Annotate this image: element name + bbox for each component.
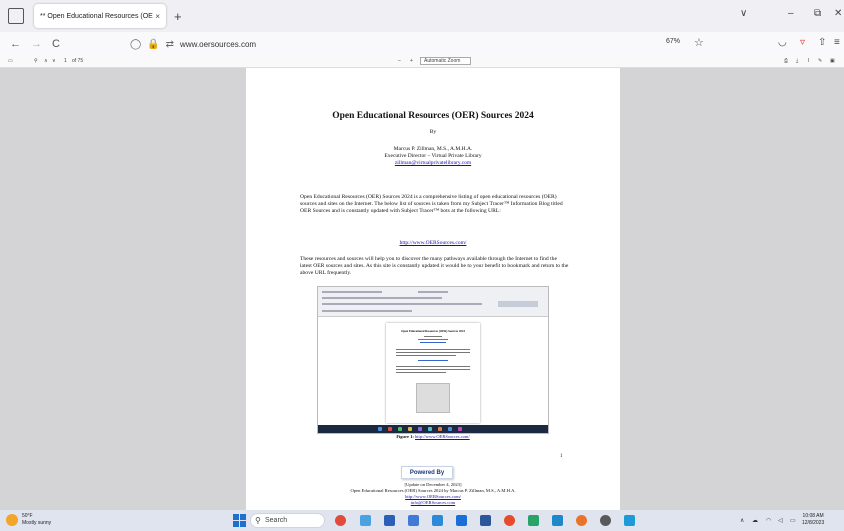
forward-button[interactable]: → <box>31 38 42 50</box>
figure-link[interactable]: http://www.OERSources.com/ <box>415 434 470 439</box>
author-email-link[interactable]: zillman@virtualprivatelibrary.com <box>246 160 620 167</box>
powered-by-badge[interactable]: Powered By <box>401 466 453 479</box>
close-window-button[interactable]: ✕ <box>834 8 842 19</box>
clock[interactable]: 10:08 AM 12/8/2023 <box>802 513 824 527</box>
onedrive-icon[interactable]: ☁ <box>752 517 758 524</box>
show-hidden-icons[interactable]: ∧ <box>740 517 744 524</box>
firefox-icon[interactable] <box>576 515 587 526</box>
app-icon[interactable] <box>528 515 539 526</box>
restore-button[interactable]: ⧉ <box>814 8 821 19</box>
extension-icon[interactable]: ▿ <box>800 37 805 48</box>
oer-url-link[interactable]: http://www.OERSources.com/ <box>246 240 620 247</box>
url-text[interactable]: www.oersources.com <box>180 40 256 49</box>
new-tab-button[interactable]: + <box>174 9 182 24</box>
battery-icon[interactable]: ▭ <box>790 517 796 524</box>
document-position: Executive Director – Virtual Private Lib… <box>384 153 482 159</box>
zoom-in-button[interactable]: + <box>410 58 413 64</box>
back-button[interactable]: ← <box>10 38 21 50</box>
tab-bar: ** Open Educational Resources (OE × + ∨ … <box>0 0 844 32</box>
page-total: of 75 <box>72 58 84 64</box>
pdf-find-icon[interactable]: ⚲ <box>34 58 38 64</box>
windows-start-icon[interactable] <box>233 514 246 527</box>
embedded-title: Open Educational Resources (OER) Sources… <box>401 329 465 333</box>
text-tool-icon[interactable]: I <box>808 58 809 64</box>
clock-date: 12/8/2023 <box>802 520 825 526</box>
save-icon[interactable]: ⤓ <box>796 58 798 64</box>
pdf-prev-icon[interactable]: ∧ <box>44 58 48 64</box>
copilot-icon[interactable] <box>335 515 346 526</box>
nav-bar: ← → C ◯ 🔒 ⇄ www.oersources.com 67% ☆ ◡ ▿… <box>0 32 844 56</box>
app3-icon[interactable] <box>600 515 611 526</box>
volume-icon[interactable]: ◁ <box>778 517 783 524</box>
wifi-icon[interactable]: ◠ <box>766 517 771 524</box>
chrome-icon[interactable] <box>504 515 515 526</box>
edge-icon[interactable] <box>456 515 467 526</box>
shield-icon[interactable]: ◯ <box>130 39 141 50</box>
app2-icon[interactable] <box>552 515 563 526</box>
task-view-icon[interactable] <box>384 515 395 526</box>
sidebar-toggle-icon[interactable] <box>8 8 24 24</box>
zoom-level[interactable]: 67% <box>666 38 680 45</box>
embedded-ribbon <box>318 287 548 317</box>
tab-close-icon[interactable]: × <box>155 12 160 21</box>
widgets-icon[interactable] <box>360 515 371 526</box>
pdf-toolbar: ▭ ⚲ ∧ ∨ 1 of 75 – + Automatic Zoom ⎙ ⤓ I… <box>0 56 844 68</box>
tab-title: ** Open Educational Resources (OE <box>40 12 153 20</box>
weather-widget[interactable]: 50°F Mostly sunny <box>22 513 51 527</box>
tab-active[interactable]: ** Open Educational Resources (OE × <box>34 4 166 28</box>
list-tabs-icon[interactable]: ∨ <box>740 8 747 19</box>
print-icon[interactable]: ⎙ <box>784 58 788 64</box>
weather-temp: 50°F <box>22 513 33 519</box>
document-by: By <box>429 129 437 135</box>
store-icon[interactable] <box>432 515 443 526</box>
clock-time: 10:08 AM <box>802 513 824 519</box>
minimize-button[interactable]: – <box>788 8 794 19</box>
zoom-select[interactable]: Automatic Zoom <box>420 57 472 65</box>
lock-icon[interactable]: 🔒 <box>147 39 159 50</box>
word-icon[interactable] <box>480 515 491 526</box>
page-number-input[interactable]: 1 <box>64 58 67 64</box>
document-title: Open Educational Resources (OER) Sources… <box>332 111 534 121</box>
embedded-taskbar <box>318 425 548 433</box>
figure-screenshot: Open Educational Resources (OER) Sources… <box>317 286 549 434</box>
app4-icon[interactable] <box>624 515 635 526</box>
permissions-icon[interactable]: ⇄ <box>166 39 174 50</box>
taskbar-search[interactable]: ⚲ Search <box>250 513 325 528</box>
bookmark-star-icon[interactable]: ☆ <box>694 36 704 49</box>
embedded-document-page: Open Educational Resources (OER) Sources… <box>386 323 480 423</box>
embedded-thumbnail <box>416 383 450 413</box>
pdf-page: Open Educational Resources (OER) Sources… <box>246 68 620 510</box>
pdf-viewer[interactable]: Open Educational Resources (OER) Sources… <box>0 68 844 510</box>
pdf-sidebar-icon[interactable]: ▭ <box>8 58 13 64</box>
second-paragraph: These resources and sources will help yo… <box>300 256 569 276</box>
footer-email-link[interactable]: info@OERSources.com <box>246 500 620 506</box>
pocket-icon[interactable]: ◡ <box>778 37 787 48</box>
weather-desc: Mostly sunny <box>22 520 52 526</box>
reload-button[interactable]: C <box>52 38 60 50</box>
menu-icon[interactable]: ≡ <box>834 37 840 48</box>
page-number: 1 <box>560 454 563 459</box>
draw-tool-icon[interactable]: ✎ <box>818 58 822 64</box>
footer-url-link[interactable]: http://www.OERSources.com/ <box>246 494 620 500</box>
url-bar[interactable]: ◯ 🔒 ⇄ www.oersources.com <box>130 35 690 53</box>
image-tool-icon[interactable]: ▣ <box>830 58 835 64</box>
figure-label: Figure 1: <box>396 434 414 439</box>
update-note: [Update on December 4, 2023] <box>404 482 462 487</box>
zoom-out-button[interactable]: – <box>398 58 401 64</box>
search-icon: ⚲ <box>255 516 261 525</box>
share-icon[interactable]: ⇧ <box>818 37 826 48</box>
intro-paragraph: Open Educational Resources (OER) Sources… <box>300 194 563 214</box>
footer-line: Open Educational Resources (OER) Sources… <box>350 488 516 493</box>
search-label: Search <box>265 517 288 524</box>
figure-caption: Figure 1: http://www.OERSources.com/ <box>246 434 620 439</box>
taskbar: 50°F Mostly sunny ⚲ Search ∧ ☁ ◠ ◁ ▭ 10:… <box>0 510 844 531</box>
weather-sun-icon[interactable] <box>6 514 18 526</box>
document-author: Marcus P. Zillman, M.S., A.M.H.A. <box>393 146 473 152</box>
pdf-next-icon[interactable]: ∨ <box>52 58 56 64</box>
file-explorer-icon[interactable] <box>408 515 419 526</box>
